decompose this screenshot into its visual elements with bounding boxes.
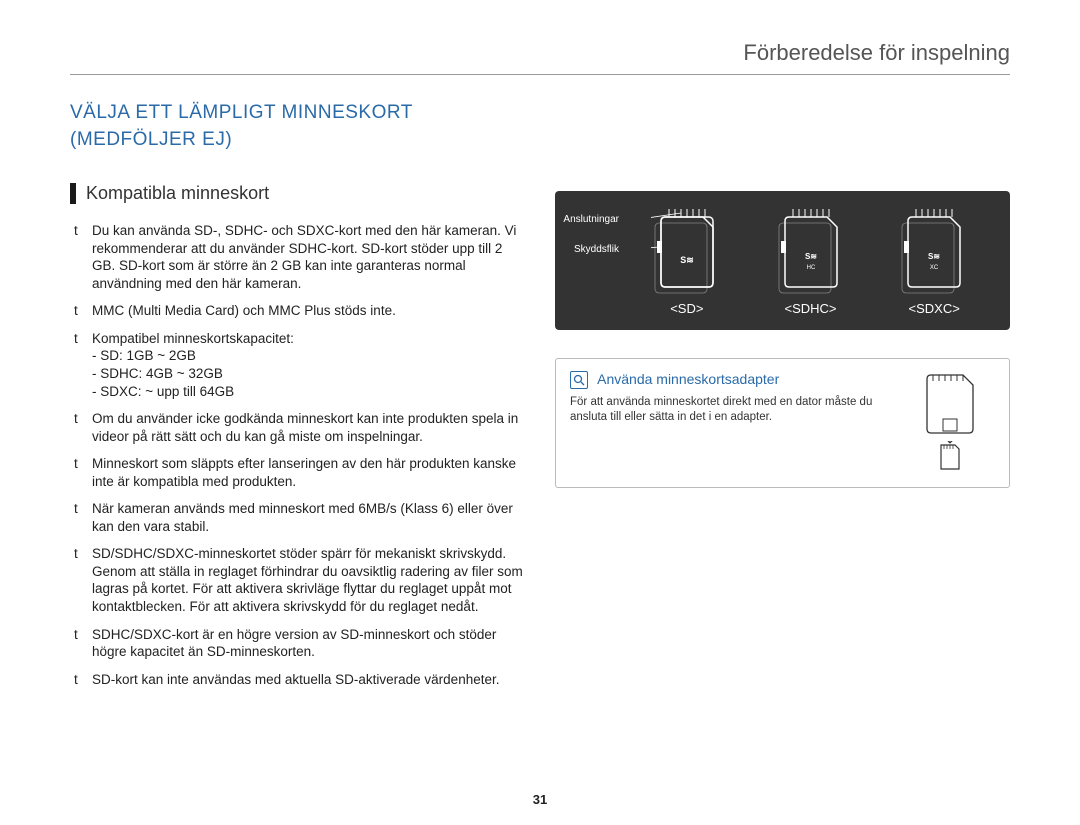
bullet-text: SD-kort kan inte användas med aktuella S… [92, 671, 525, 689]
capacity-sdhc: - SDHC: 4GB ~ 32GB [92, 365, 525, 383]
svg-text:S≋: S≋ [928, 252, 940, 261]
bullet-marker: t [74, 302, 92, 320]
list-item: t SD-kort kan inte användas med aktuella… [74, 671, 525, 689]
bullet-text: MMC (Multi Media Card) och MMC Plus stöd… [92, 302, 525, 320]
info-body-text: För att använda minneskortet direkt med … [570, 395, 891, 425]
sdhc-card-cell: S≋ HC <SDHC> [749, 209, 873, 316]
capacity-sd: - SD: 1GB ~ 2GB [92, 347, 525, 365]
info-text-block: Använda minneskortsadapter För att använ… [570, 371, 891, 473]
page-number: 31 [533, 792, 547, 807]
card-diagram-box: Anslutningar Skyddsflik [555, 191, 1010, 330]
sdhc-card-icon: S≋ HC [775, 209, 847, 295]
bullet-text: SDHC/SDXC-kort är en högre version av SD… [92, 626, 525, 661]
sdhc-label: <SDHC> [749, 301, 873, 316]
bullet-text-main: Kompatibel minneskortskapacitet: [92, 331, 294, 346]
adapter-illustration [905, 371, 995, 473]
title-line2: (MEDFÖLJER EJ) [70, 129, 232, 150]
list-item: t SD/SDHC/SDXC-minneskortet stöder spärr… [74, 545, 525, 615]
left-column: Kompatibla minneskort t Du kan använda S… [70, 183, 525, 698]
list-item: t SDHC/SDXC-kort är en högre version av … [74, 626, 525, 661]
callout-protect-tab: Skyddsflik [563, 245, 619, 255]
section-title: VÄLJA ETT LÄMPLIGT MINNESKORT (MEDFÖLJER… [70, 100, 1010, 153]
sd-label: <SD> [625, 301, 749, 316]
info-title-text: Använda minneskortsadapter [597, 371, 779, 387]
bullet-text: Du kan använda SD-, SDHC- och SDXC-kort … [92, 222, 525, 292]
list-item: t Minneskort som släppts efter lansering… [74, 455, 525, 490]
adapter-card-icon [921, 371, 979, 437]
bullet-text: När kameran används med minneskort med 6… [92, 500, 525, 535]
bullet-marker: t [74, 222, 92, 292]
bullet-marker: t [74, 626, 92, 661]
list-item: t När kameran används med minneskort med… [74, 500, 525, 535]
callout-connectors: Anslutningar [555, 215, 619, 225]
bullet-text: Om du använder icke godkända minneskort … [92, 410, 525, 445]
bullet-marker: t [74, 410, 92, 445]
bullet-marker: t [74, 671, 92, 689]
two-column-layout: Kompatibla minneskort t Du kan använda S… [70, 183, 1010, 698]
bullet-text: Kompatibel minneskortskapacitet: - SD: 1… [92, 330, 525, 400]
list-item: t Om du använder icke godkända minneskor… [74, 410, 525, 445]
svg-text:HC: HC [806, 265, 815, 271]
capacity-sdxc: - SDXC: ~ upp till 64GB [92, 383, 525, 401]
list-item: t Kompatibel minneskortskapacitet: - SD:… [74, 330, 525, 400]
bullet-list: t Du kan använda SD-, SDHC- och SDXC-kor… [74, 222, 525, 688]
subheading-compatible-cards: Kompatibla minneskort [70, 183, 525, 204]
bullet-marker: t [74, 500, 92, 535]
sd-card-cell: Anslutningar Skyddsflik [625, 209, 749, 316]
chapter-header: Förberedelse för inspelning [70, 40, 1010, 75]
sd-card-icon: S≋ [651, 209, 723, 295]
bullet-marker: t [74, 330, 92, 400]
info-title-row: Använda minneskortsadapter [570, 371, 891, 389]
svg-text:S≋: S≋ [680, 255, 694, 265]
sdxc-card-cell: S≋ XC <SDXC> [872, 209, 996, 316]
bullet-text: Minneskort som släppts efter lanseringen… [92, 455, 525, 490]
bullet-marker: t [74, 545, 92, 615]
title-line1: VÄLJA ETT LÄMPLIGT MINNESKORT [70, 102, 413, 123]
sdxc-card-icon: S≋ XC [898, 209, 970, 295]
right-column: Anslutningar Skyddsflik [555, 183, 1010, 698]
microsd-card-icon [937, 441, 963, 473]
adapter-info-box: Använda minneskortsadapter För att använ… [555, 358, 1010, 488]
bullet-marker: t [74, 455, 92, 490]
sdxc-label: <SDXC> [872, 301, 996, 316]
bullet-text: SD/SDHC/SDXC-minneskortet stöder spärr f… [92, 545, 525, 615]
cards-row: Anslutningar Skyddsflik [569, 209, 996, 316]
svg-text:S≋: S≋ [804, 252, 816, 261]
list-item: t MMC (Multi Media Card) och MMC Plus st… [74, 302, 525, 320]
magnify-icon [570, 371, 588, 389]
svg-text:XC: XC [930, 265, 939, 271]
list-item: t Du kan använda SD-, SDHC- och SDXC-kor… [74, 222, 525, 292]
